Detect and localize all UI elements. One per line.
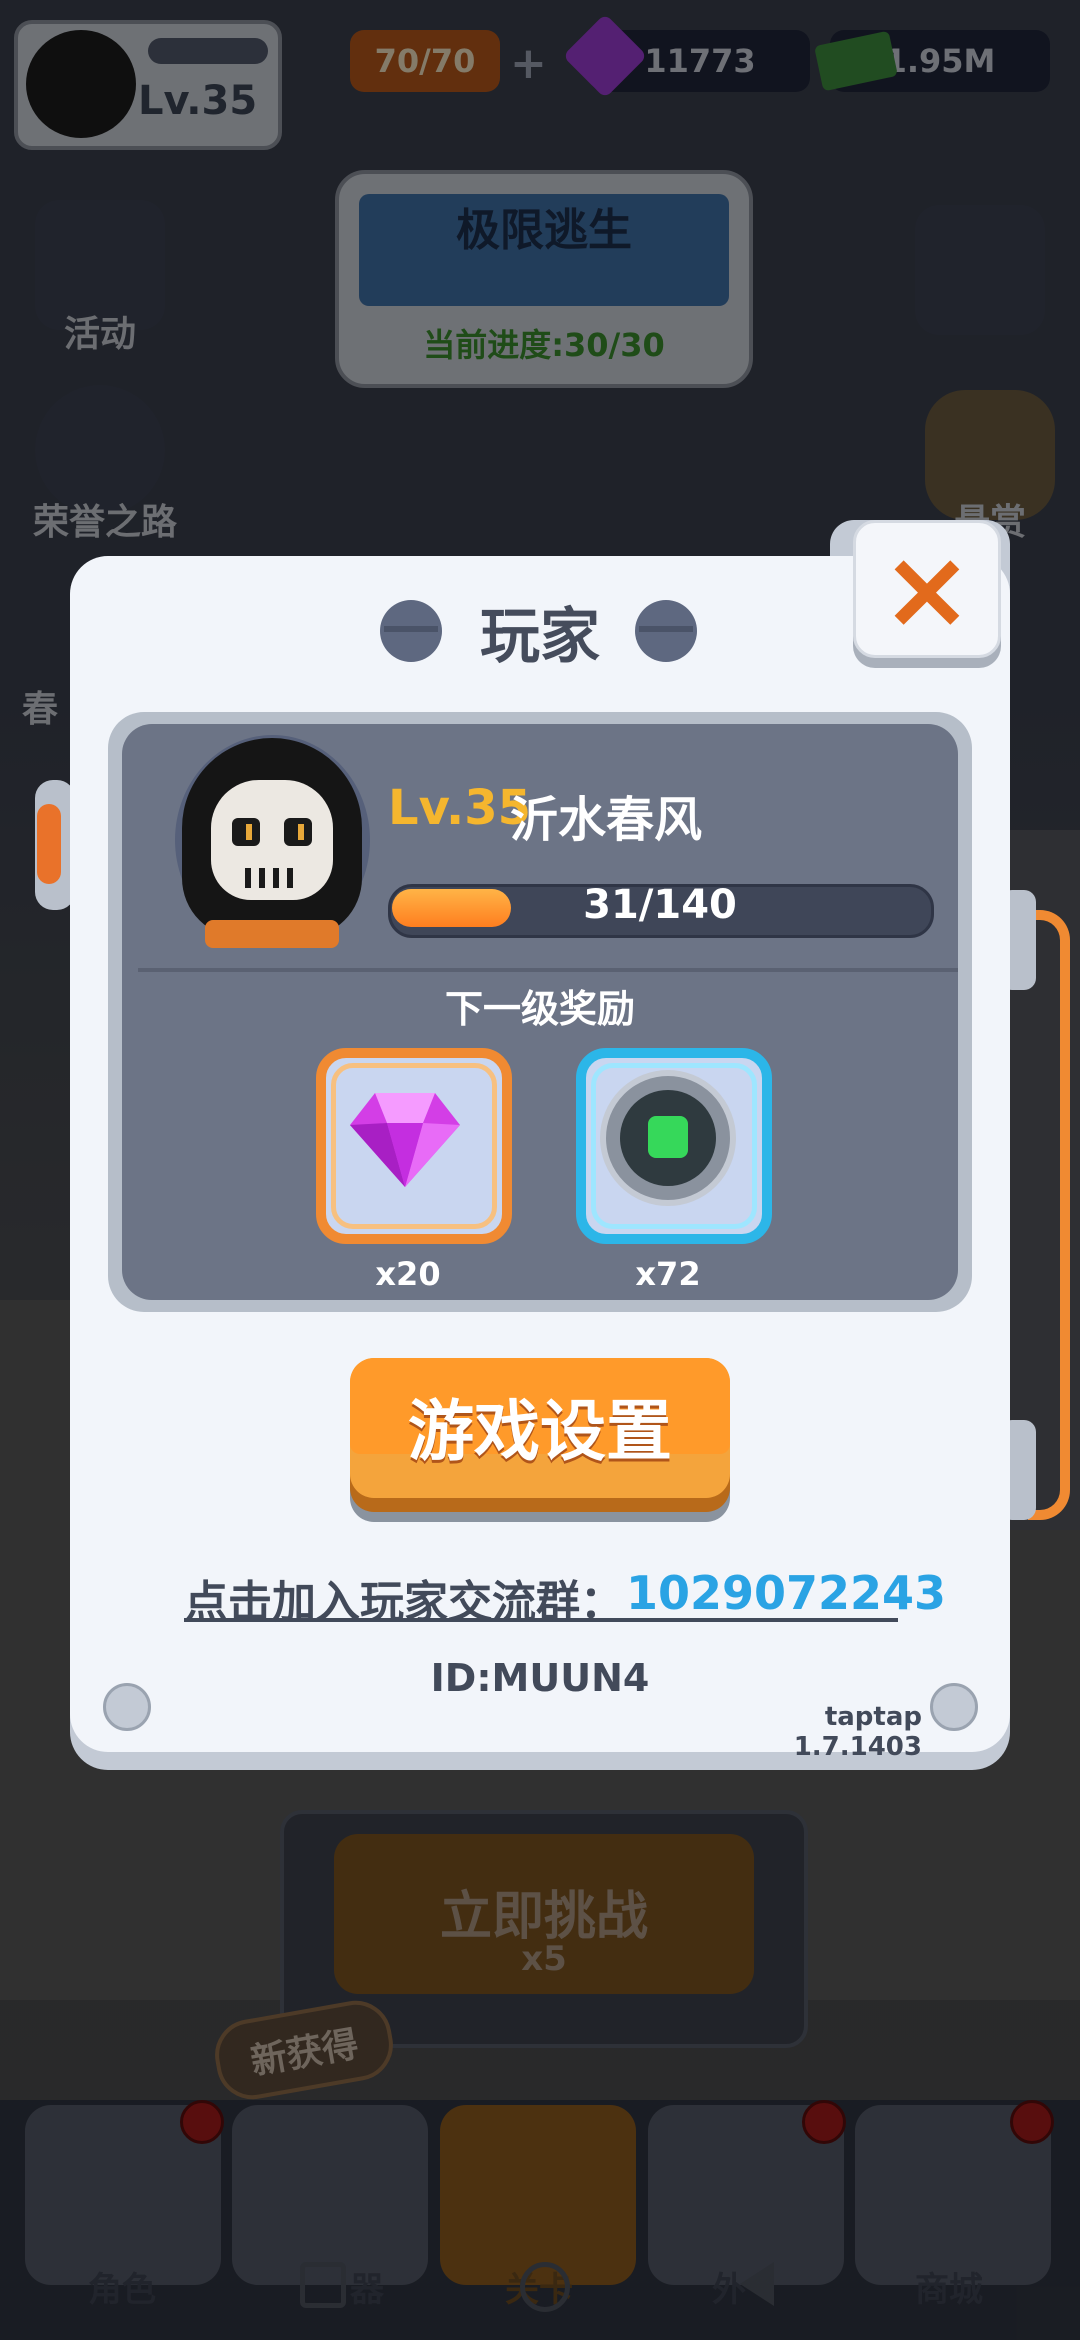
back-icon[interactable] — [740, 2262, 774, 2306]
portrait-shoulder — [205, 920, 339, 948]
version-text: taptap 1.7.1403 — [793, 1702, 922, 1762]
xp-text: 31/140 — [583, 882, 737, 928]
next-reward-title: 下一级奖励 — [444, 987, 635, 1031]
modal-left-handle — [35, 780, 75, 910]
player-name: 沂水春风 — [510, 792, 703, 848]
recent-apps-icon[interactable] — [300, 2262, 346, 2308]
panel-divider — [138, 968, 958, 972]
green-fist-coin-icon — [600, 1070, 736, 1206]
reward-qty: x72 — [635, 1255, 701, 1293]
home-icon[interactable] — [520, 2262, 570, 2312]
modal-title: 玩家 — [480, 602, 600, 672]
screw-icon — [103, 1683, 151, 1731]
reward-qty: x20 — [375, 1255, 441, 1293]
purple-gem-icon — [350, 1093, 460, 1187]
game-settings-label: 游戏设置 — [408, 1393, 672, 1470]
close-icon: × — [880, 525, 974, 653]
screw-icon — [930, 1683, 978, 1731]
skull-eye — [232, 818, 260, 846]
xp-bar-fill — [392, 889, 511, 927]
join-link-underline — [184, 1618, 898, 1622]
skull-eye — [284, 818, 312, 846]
skull-teeth — [245, 868, 299, 888]
player-id: ID:MUUN4 — [430, 1656, 650, 1700]
title-bolt-icon — [635, 600, 697, 662]
join-group-number[interactable]: 1029072243 — [626, 1566, 946, 1620]
close-button[interactable]: × — [853, 520, 1001, 658]
